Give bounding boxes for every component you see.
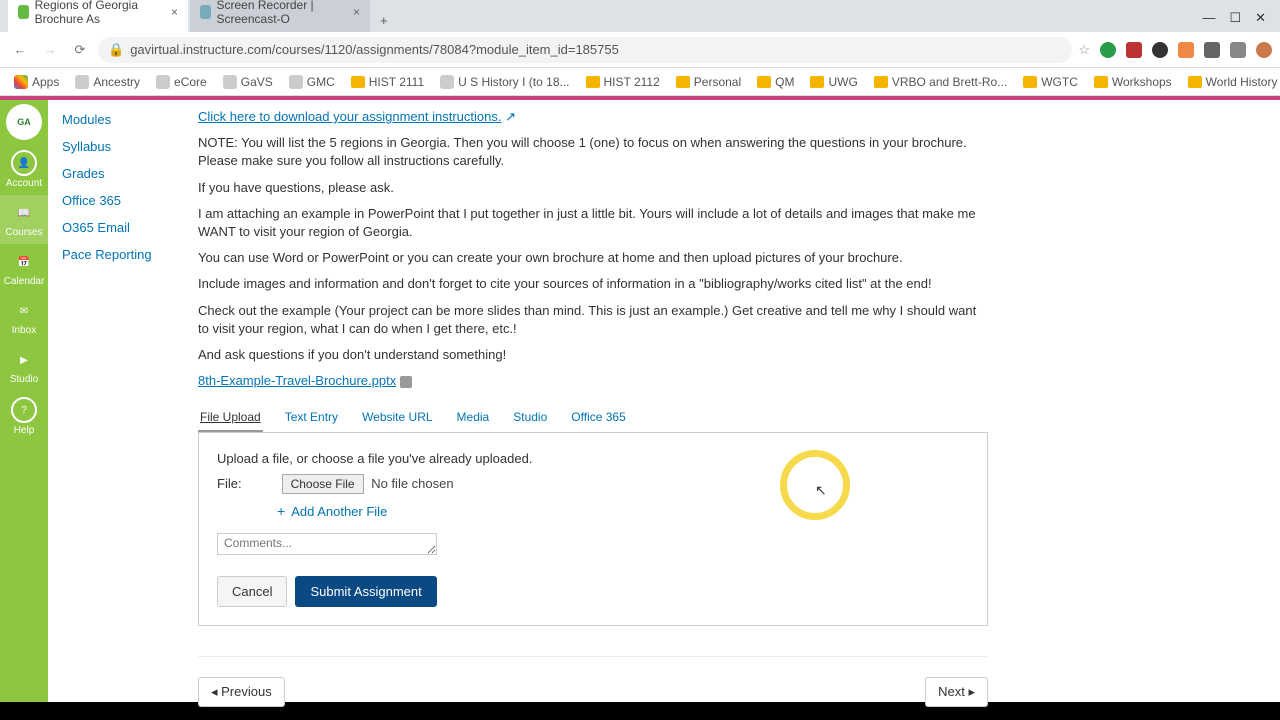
url-text: gavirtual.instructure.com/courses/1120/a…: [130, 42, 619, 57]
instruction-text: And ask questions if you don't understan…: [198, 346, 988, 364]
nav-account[interactable]: 👤 Account: [0, 144, 48, 195]
course-nav-syllabus[interactable]: Syllabus: [62, 133, 184, 160]
module-sequence: ◂ Previous Next ▸: [198, 656, 988, 707]
tab-file-upload[interactable]: File Upload: [198, 404, 263, 432]
next-button[interactable]: Next ▸: [925, 677, 988, 707]
bookmark-item[interactable]: Ancestry: [69, 73, 146, 91]
new-tab-button[interactable]: +: [372, 9, 396, 32]
cancel-button[interactable]: Cancel: [217, 576, 287, 607]
submission-tabs: File Upload Text Entry Website URL Media…: [198, 404, 988, 433]
external-link-icon: ↗: [505, 109, 516, 124]
no-file-text: No file chosen: [371, 476, 453, 491]
nav-studio[interactable]: ▶ Studio: [0, 342, 48, 391]
tab-text-entry[interactable]: Text Entry: [283, 404, 340, 432]
instruction-text: Include images and information and don't…: [198, 275, 988, 293]
submit-assignment-button[interactable]: Submit Assignment: [295, 576, 436, 607]
bookmark-item[interactable]: Workshops: [1088, 73, 1178, 91]
bookmark-item[interactable]: HIST 2111: [345, 73, 430, 91]
nav-courses[interactable]: 📖 Courses: [0, 195, 48, 244]
apps-shortcut[interactable]: Apps: [8, 73, 65, 91]
instruction-text: If you have questions, please ask.: [198, 179, 988, 197]
tab-website-url[interactable]: Website URL: [360, 404, 434, 432]
profile-avatar[interactable]: [1256, 42, 1272, 58]
favicon: [200, 5, 211, 19]
reload-button[interactable]: ⟳: [68, 38, 92, 62]
bookmark-item[interactable]: UWG: [804, 73, 863, 91]
bookmark-item[interactable]: WGTC: [1017, 73, 1084, 91]
previous-button[interactable]: ◂ Previous: [198, 677, 285, 707]
extension-icon[interactable]: [1178, 42, 1194, 58]
preview-icon[interactable]: [400, 376, 412, 388]
course-nav-office365[interactable]: Office 365: [62, 187, 184, 214]
bookmark-item[interactable]: HIST 2112: [580, 73, 666, 91]
choose-file-button[interactable]: Choose File: [282, 474, 364, 494]
help-icon: ?: [11, 397, 37, 423]
lock-icon: 🔒: [108, 42, 124, 58]
instruction-text: You can use Word or PowerPoint or you ca…: [198, 249, 988, 267]
minimize-button[interactable]: —: [1202, 10, 1215, 26]
browser-tab-inactive[interactable]: Screen Recorder | Screencast-O ×: [190, 0, 370, 32]
tab-media[interactable]: Media: [455, 404, 492, 432]
extensions-icon[interactable]: [1230, 42, 1246, 58]
file-upload-panel: Upload a file, or choose a file you've a…: [198, 433, 988, 626]
browser-titlebar: Regions of Georgia Brochure As × Screen …: [0, 0, 1280, 32]
window-controls: — ☐ ✕: [1188, 4, 1280, 32]
inbox-icon: ✉: [12, 299, 36, 323]
course-nav-modules[interactable]: Modules: [62, 106, 184, 133]
extension-icon[interactable]: [1100, 42, 1116, 58]
studio-icon: ▶: [12, 348, 36, 372]
address-bar[interactable]: 🔒 gavirtual.instructure.com/courses/1120…: [98, 37, 1072, 63]
star-icon[interactable]: ☆: [1078, 42, 1090, 58]
bookmark-item[interactable]: GaVS: [217, 73, 279, 91]
instruction-text: Check out the example (Your project can …: [198, 302, 988, 338]
institution-logo[interactable]: GA: [6, 104, 42, 140]
download-instructions-link[interactable]: Click here to download your assignment i…: [198, 109, 501, 124]
extension-icon[interactable]: [1126, 42, 1142, 58]
bookmark-item[interactable]: VRBO and Brett-Ro...: [868, 73, 1013, 91]
nav-calendar[interactable]: 📅 Calendar: [0, 244, 48, 293]
add-another-file[interactable]: + Add Another File: [277, 503, 969, 519]
tab-studio[interactable]: Studio: [511, 404, 549, 432]
maximize-button[interactable]: ☐: [1229, 10, 1241, 26]
bookmark-item[interactable]: World History: [1182, 73, 1280, 91]
tab-office365[interactable]: Office 365: [569, 404, 627, 432]
tab-title: Screen Recorder | Screencast-O: [217, 0, 347, 26]
bookmark-item[interactable]: GMC: [283, 73, 341, 91]
assignment-instructions: Click here to download your assignment i…: [198, 108, 988, 390]
book-icon: 📖: [12, 201, 36, 225]
close-icon[interactable]: ×: [353, 5, 360, 19]
favicon: [18, 5, 29, 19]
bookmark-item[interactable]: Personal: [670, 73, 747, 91]
nav-help[interactable]: ? Help: [0, 391, 48, 442]
bookmark-item[interactable]: U S History I (to 18...: [434, 73, 575, 91]
bookmarks-bar: Apps Ancestry eCore GaVS GMC HIST 2111 U…: [0, 68, 1280, 96]
instruction-text: I am attaching an example in PowerPoint …: [198, 205, 988, 241]
extension-icon[interactable]: [1204, 42, 1220, 58]
tab-title: Regions of Georgia Brochure As: [35, 0, 165, 26]
nav-inbox[interactable]: ✉ Inbox: [0, 293, 48, 342]
course-nav-o365email[interactable]: O365 Email: [62, 214, 184, 241]
main-content: Click here to download your assignment i…: [198, 100, 1018, 702]
back-button[interactable]: ←: [8, 38, 32, 62]
upload-hint: Upload a file, or choose a file you've a…: [217, 451, 969, 466]
course-nav-pace-reporting[interactable]: Pace Reporting: [62, 241, 184, 268]
forward-button[interactable]: →: [38, 38, 62, 62]
calendar-icon: 📅: [12, 250, 36, 274]
comments-input[interactable]: [217, 533, 437, 555]
global-nav: GA 👤 Account 📖 Courses 📅 Calendar ✉ Inbo…: [0, 100, 48, 702]
close-icon[interactable]: ×: [171, 5, 178, 19]
extension-icon[interactable]: [1152, 42, 1168, 58]
bookmark-item[interactable]: QM: [751, 73, 800, 91]
close-window-button[interactable]: ✕: [1255, 10, 1266, 26]
course-nav: Modules Syllabus Grades Office 365 O365 …: [48, 100, 198, 702]
plus-icon: +: [277, 503, 285, 519]
file-label: File:: [217, 476, 242, 491]
user-icon: 👤: [11, 150, 37, 176]
url-bar: ← → ⟳ 🔒 gavirtual.instructure.com/course…: [0, 32, 1280, 68]
instruction-text: NOTE: You will list the 5 regions in Geo…: [198, 134, 988, 170]
bookmark-item[interactable]: eCore: [150, 73, 213, 91]
course-nav-grades[interactable]: Grades: [62, 160, 184, 187]
attachment-link[interactable]: 8th-Example-Travel-Brochure.pptx: [198, 373, 396, 388]
browser-tab-active[interactable]: Regions of Georgia Brochure As ×: [8, 0, 188, 32]
